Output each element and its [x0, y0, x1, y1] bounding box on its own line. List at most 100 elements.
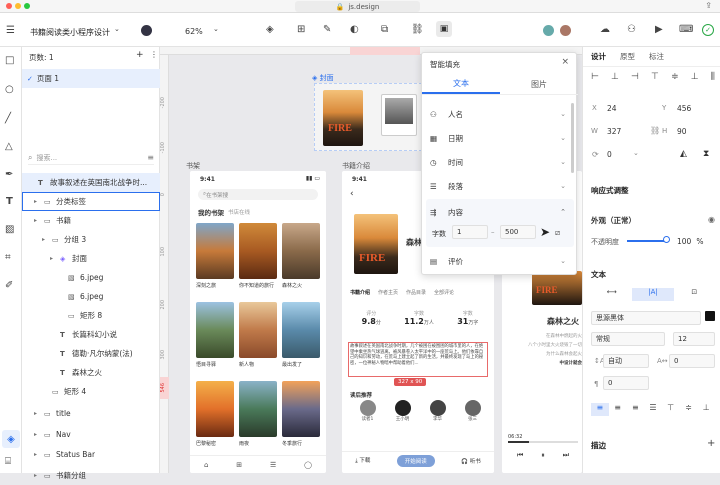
- prev-icon[interactable]: ⏮: [517, 451, 523, 460]
- align-center-icon[interactable]: ⊥: [611, 72, 619, 82]
- url-bar[interactable]: 🔒 js.design: [295, 1, 420, 12]
- collaborator-avatar-1[interactable]: [543, 25, 554, 36]
- rotation-input[interactable]: 0: [607, 150, 612, 159]
- lock-ratio-icon[interactable]: ⛓: [650, 126, 660, 135]
- shelf-book-cover[interactable]: [239, 302, 277, 358]
- align-text-left-icon[interactable]: ≡: [591, 403, 609, 416]
- brush-tool-icon[interactable]: ✐: [5, 281, 13, 291]
- layer-item[interactable]: ▸ ▭ title: [22, 404, 160, 423]
- align-right-icon[interactable]: ⊣: [631, 72, 639, 82]
- smart-fill-button[interactable]: ▣: [436, 21, 452, 37]
- layer-item[interactable]: T 长篇科幻小说: [22, 325, 160, 344]
- expand-caret-icon[interactable]: ▸: [34, 451, 44, 458]
- shelf-book-cover[interactable]: [196, 381, 234, 437]
- align-top-icon[interactable]: ⊤: [651, 72, 659, 82]
- zoom-chevron-icon[interactable]: ⌄: [213, 26, 219, 33]
- layer-item[interactable]: ▧ 6.jpeg: [22, 268, 160, 287]
- start-reading-button[interactable]: 开始阅读: [396, 454, 435, 467]
- fill-row-date[interactable]: ▦ 日期 ⌄: [422, 127, 578, 149]
- tab-catalog[interactable]: 作品目录: [406, 289, 426, 296]
- distribute-icon[interactable]: ⫼: [711, 72, 715, 82]
- align-text-center-icon[interactable]: ≡: [609, 403, 627, 416]
- shelf-book-cover[interactable]: [239, 223, 277, 279]
- zoom-dot[interactable]: [24, 3, 30, 9]
- pause-icon[interactable]: ⏸: [541, 451, 545, 460]
- back-arrow-icon[interactable]: ‹: [350, 189, 354, 199]
- min-words-input[interactable]: 1: [452, 225, 488, 239]
- tab-reviews[interactable]: 全部评论: [434, 289, 454, 296]
- line-height-input[interactable]: 自动: [603, 354, 649, 368]
- frame-tool-icon[interactable]: ⌗: [5, 253, 11, 263]
- text-auto-height-icon[interactable]: |A|: [632, 288, 674, 301]
- expand-caret-icon[interactable]: ▸: [50, 255, 60, 262]
- team-avatar[interactable]: [141, 25, 152, 36]
- line-tool-icon[interactable]: ╱: [5, 114, 11, 124]
- shelf-book-cover[interactable]: [282, 223, 320, 279]
- tab-prototype[interactable]: 原型: [620, 51, 635, 62]
- valign-bottom-icon[interactable]: ⊥: [697, 403, 715, 416]
- ellipse-tool-icon[interactable]: ○: [5, 85, 14, 95]
- shelf-book-cover[interactable]: [282, 381, 320, 437]
- minimize-dot[interactable]: [15, 3, 21, 9]
- font-family-select[interactable]: 思源黑体: [591, 311, 701, 325]
- valign-top-icon[interactable]: ⊤: [662, 403, 680, 416]
- rectangle-tool-icon[interactable]: □: [5, 56, 14, 66]
- page-item[interactable]: ✓ 页面 1: [22, 69, 160, 88]
- paragraph-spacing-input[interactable]: 0: [603, 376, 649, 390]
- layer-item[interactable]: ▸ ▭ 书籍分组: [22, 466, 160, 485]
- tab-bookstore[interactable]: 书店在线: [228, 208, 250, 216]
- player-progress[interactable]: [508, 441, 578, 443]
- fill-row-review[interactable]: ▤ 评价 ⌄: [422, 250, 578, 272]
- project-title[interactable]: 书籍阅读类小程序设计: [30, 27, 110, 38]
- expand-caret-icon[interactable]: ▸: [42, 236, 52, 243]
- cloud-icon[interactable]: ☁: [600, 25, 610, 35]
- text-fixed-icon[interactable]: ⊡: [674, 288, 715, 301]
- image-tool-icon[interactable]: ▨: [5, 225, 14, 235]
- reader-avatar[interactable]: 张三: [464, 400, 481, 428]
- menu-icon[interactable]: ☰: [6, 26, 15, 36]
- frame-icon[interactable]: ⊞: [297, 25, 305, 35]
- layer-item[interactable]: ▸ ▭ 书籍: [22, 211, 160, 230]
- tab-annotate[interactable]: 标注: [649, 51, 664, 62]
- tab-design[interactable]: 设计: [591, 51, 606, 62]
- layer-item[interactable]: ▭ 矩形 4: [22, 382, 160, 401]
- shelf-book-cover[interactable]: [196, 223, 234, 279]
- shelf-search[interactable]: ⌕ 在书架搜: [198, 189, 318, 200]
- tab-author[interactable]: 作者主页: [378, 289, 398, 296]
- chevron-down-icon[interactable]: ⌄: [633, 149, 639, 157]
- share-icon[interactable]: ⇪: [705, 1, 712, 10]
- layer-item[interactable]: ▸ ◈ 封面: [22, 249, 160, 268]
- reader-avatar[interactable]: 读者1: [359, 400, 376, 428]
- list-icon[interactable]: ☰: [270, 461, 276, 469]
- component-icon[interactable]: ◈: [266, 25, 274, 35]
- text-tool-icon[interactable]: T: [6, 197, 13, 207]
- text-color-swatch[interactable]: [705, 311, 715, 321]
- layer-item[interactable]: T 故事叙述在英国南北战争时...: [22, 173, 160, 192]
- fill-row-time[interactable]: ◷ 时间 ⌄: [422, 151, 578, 173]
- profile-icon[interactable]: ◯: [304, 461, 312, 469]
- font-size-input[interactable]: 12: [673, 332, 715, 346]
- layer-item[interactable]: ▸ ▭ 分组 3: [22, 230, 160, 249]
- tab-text[interactable]: 文本: [422, 75, 500, 94]
- font-weight-select[interactable]: 常规: [591, 332, 665, 346]
- add-stroke-icon[interactable]: +: [707, 438, 715, 449]
- add-page-icon[interactable]: +: [136, 50, 144, 60]
- download-button[interactable]: ⤓ 下载: [355, 456, 370, 465]
- expand-caret-icon[interactable]: ▸: [34, 410, 44, 417]
- pen-tool-icon[interactable]: ✒: [5, 170, 13, 180]
- filter-icon[interactable]: ≡: [147, 153, 154, 162]
- opacity-slider-handle[interactable]: [663, 236, 670, 243]
- tab-intro[interactable]: 书籍介绍: [350, 289, 370, 296]
- expand-caret-icon[interactable]: ▸: [34, 198, 44, 205]
- align-middle-icon[interactable]: ≑: [671, 72, 679, 82]
- triangle-tool-icon[interactable]: △: [5, 142, 13, 152]
- align-text-justify-icon[interactable]: ☰: [644, 403, 662, 416]
- layer-item[interactable]: ▭ 矩形 8: [22, 306, 160, 325]
- layer-item[interactable]: ▸ ▭ Status Bar: [22, 445, 160, 464]
- layer-item[interactable]: ▸ ▭ Nav: [22, 425, 160, 444]
- code-icon[interactable]: ⌨: [679, 25, 693, 35]
- align-bottom-icon[interactable]: ⊥: [691, 72, 699, 82]
- zoom-level[interactable]: 62%: [185, 27, 203, 36]
- chevron-down-icon[interactable]: ⌄: [114, 26, 120, 33]
- text-auto-width-icon[interactable]: ⟷: [591, 288, 632, 301]
